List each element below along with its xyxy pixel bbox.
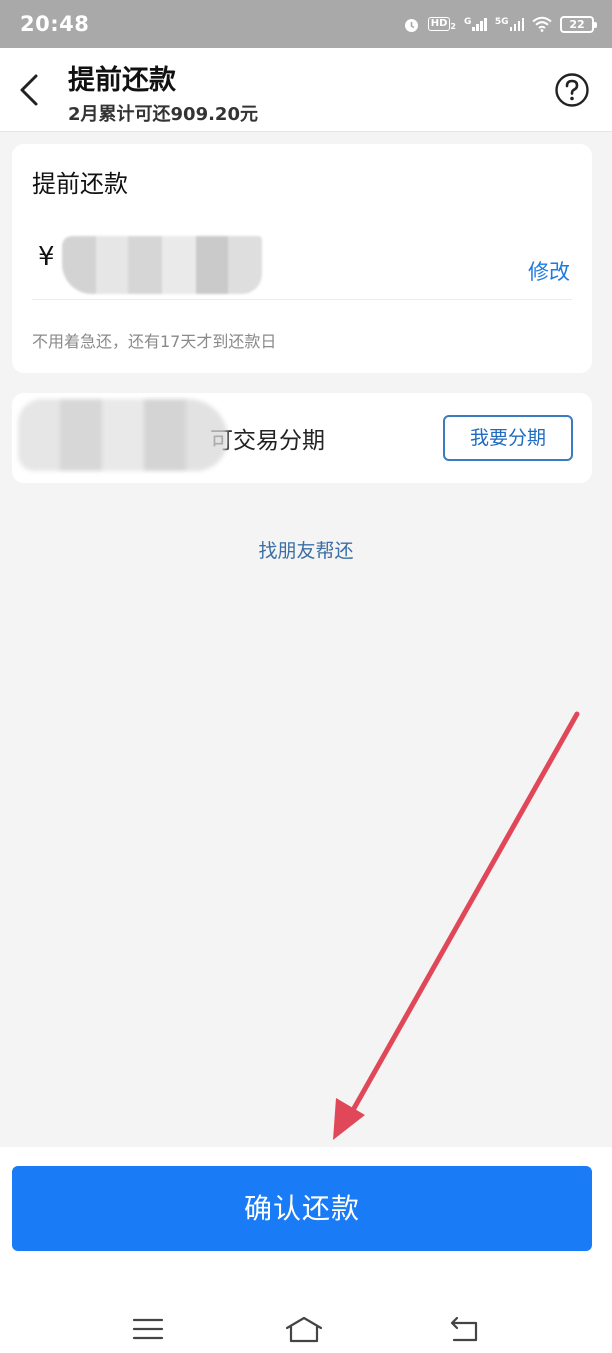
hd-icon: HD 2 bbox=[427, 17, 456, 31]
help-button[interactable] bbox=[554, 72, 590, 108]
home-icon[interactable] bbox=[284, 1314, 324, 1344]
signal-5g-icon: 5G bbox=[495, 17, 524, 31]
alarm-icon bbox=[404, 18, 418, 32]
confirm-repay-button[interactable]: 确认还款 bbox=[12, 1166, 592, 1251]
menu-icon[interactable] bbox=[131, 1314, 165, 1344]
signal-5g-label: 5G bbox=[494, 17, 509, 27]
signal-5g-bars bbox=[509, 17, 524, 31]
question-circle-icon bbox=[555, 73, 589, 107]
due-date-hint: 不用着急还，还有17天才到还款日 bbox=[32, 332, 277, 351]
status-bar: 20:48 HD 2 G 5G 22 bbox=[0, 0, 612, 48]
wifi-icon bbox=[532, 16, 552, 32]
page-subtitle: 2月累计可还909.20元 bbox=[68, 104, 258, 125]
signal-g-label: G bbox=[463, 17, 472, 27]
installment-card: 可交易分期 我要分期 bbox=[12, 393, 592, 483]
signal-icon: G bbox=[464, 17, 487, 31]
redacted-amount bbox=[62, 236, 262, 294]
status-icons: HD 2 G 5G 22 bbox=[403, 15, 597, 33]
repay-card: 提前还款 ¥ 修改 不用着急还，还有17天才到还款日 bbox=[12, 144, 592, 373]
back-button[interactable] bbox=[14, 68, 48, 112]
back-icon[interactable] bbox=[448, 1314, 482, 1344]
system-nav-bar bbox=[0, 1310, 612, 1353]
page-header: 提前还款 2月累计可还909.20元 bbox=[0, 48, 612, 132]
chevron-left-icon bbox=[20, 74, 38, 106]
redacted-installment-info bbox=[18, 399, 228, 471]
modify-amount-link[interactable]: 修改 bbox=[528, 256, 570, 286]
hd-label: HD bbox=[427, 17, 451, 31]
ask-friend-link: 找朋友帮还 bbox=[0, 536, 612, 563]
page-title: 提前还款 bbox=[68, 65, 176, 96]
signal-bars bbox=[472, 17, 487, 31]
installment-button[interactable]: 我要分期 bbox=[443, 415, 573, 461]
status-time: 20:48 bbox=[20, 12, 90, 36]
amount-row: ¥ 修改 bbox=[32, 230, 572, 300]
repay-card-title: 提前还款 bbox=[32, 170, 128, 198]
currency-symbol: ¥ bbox=[38, 242, 55, 272]
battery-icon: 22 bbox=[560, 15, 597, 33]
ask-friend-link-text[interactable]: 找朋友帮还 bbox=[258, 540, 353, 562]
hd-sub: 2 bbox=[450, 22, 456, 31]
